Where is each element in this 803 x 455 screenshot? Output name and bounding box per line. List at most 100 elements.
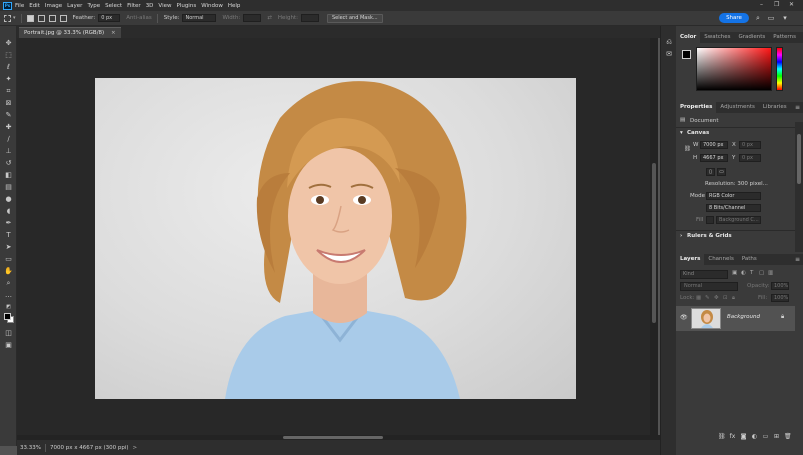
pen-tool-icon[interactable]: ✒ [3, 218, 14, 228]
tab-adjustments[interactable]: Adjustments [716, 102, 758, 113]
canvas-height-input[interactable]: 4667 px [700, 154, 728, 162]
adjustment-layer-icon[interactable]: ◐ [751, 433, 758, 440]
filter-shape-icon[interactable]: ▢ [759, 270, 764, 276]
horizontal-scroll-thumb[interactable] [283, 436, 383, 439]
foreground-color-swatch[interactable] [4, 313, 11, 320]
more-tools-icon[interactable]: … [3, 290, 14, 300]
rectangle-tool-icon[interactable]: ▭ [3, 254, 14, 264]
new-layer-icon[interactable]: ⊞ [773, 433, 780, 440]
menu-type[interactable]: Type [87, 3, 100, 9]
menu-view[interactable]: View [158, 3, 171, 9]
restore-icon[interactable]: ❐ [774, 1, 779, 8]
zoom-level[interactable]: 33.33% [20, 445, 41, 451]
panel-menu-icon[interactable]: ≡ [795, 254, 800, 265]
filter-smart-object-icon[interactable]: ▥ [768, 270, 773, 276]
landscape-orientation-icon[interactable]: ▭ [717, 168, 726, 176]
tab-properties[interactable]: Properties [676, 102, 717, 113]
fill-swatch[interactable] [706, 216, 714, 224]
color-picker-field[interactable] [696, 47, 772, 91]
settings-icon[interactable]: ▾ [781, 14, 789, 22]
link-dimensions-icon[interactable]: ⛓ [684, 146, 691, 152]
brush-tool-icon[interactable]: ∕ [3, 134, 14, 144]
comments-panel-icon[interactable]: ✉ [665, 50, 673, 58]
color-mode-select[interactable]: RGB Color [706, 192, 761, 200]
lock-position-icon[interactable]: ✥ [714, 295, 719, 301]
menu-filter[interactable]: Filter [127, 3, 141, 9]
history-brush-tool-icon[interactable]: ↺ [3, 158, 14, 168]
lock-all-icon[interactable]: 🔒︎ [732, 295, 735, 302]
tab-channels[interactable]: Channels [704, 254, 737, 265]
fill-input[interactable]: 100% [771, 294, 789, 302]
foreground-color-swatch[interactable] [682, 50, 691, 59]
chevron-down-icon[interactable]: ▾ [13, 15, 16, 21]
quick-mask-icon[interactable]: ◫ [3, 328, 14, 338]
vertical-scroll-thumb[interactable] [652, 163, 656, 323]
menu-edit[interactable]: Edit [29, 3, 40, 9]
menu-image[interactable]: Image [45, 3, 62, 9]
tab-color[interactable]: Color [676, 32, 701, 43]
eyedropper-tool-icon[interactable]: ✎ [3, 110, 14, 120]
width-input[interactable] [243, 14, 262, 22]
select-and-mask-button[interactable]: Select and Mask... [326, 13, 383, 23]
blur-tool-icon[interactable]: ● [3, 194, 14, 204]
eraser-tool-icon[interactable]: ◧ [3, 170, 14, 180]
minimize-icon[interactable]: – [760, 1, 763, 8]
tab-layers[interactable]: Layers [676, 254, 705, 265]
vertical-scrollbar[interactable] [650, 38, 658, 435]
zoom-tool-icon[interactable]: ⌕ [3, 278, 14, 288]
layer-lock-icon[interactable]: 🔒︎ [781, 313, 784, 321]
portrait-photo[interactable] [95, 78, 576, 399]
lock-transparent-icon[interactable]: ▦ [696, 295, 701, 301]
workspace-icon[interactable]: ▭ [767, 14, 775, 22]
type-tool-icon[interactable]: T [3, 230, 14, 240]
filter-adjustment-icon[interactable]: ◐ [741, 270, 746, 276]
canvas-y-input[interactable]: 0 px [739, 154, 761, 162]
intersect-selection-icon[interactable] [59, 14, 67, 22]
visibility-eye-icon[interactable]: 👁︎ [680, 314, 688, 321]
share-button[interactable]: Share [719, 13, 749, 23]
search-icon[interactable]: ⌕ [754, 14, 762, 22]
style-select[interactable]: Normal [182, 14, 217, 22]
new-group-icon[interactable]: ▭ [762, 433, 769, 440]
properties-scroll-thumb[interactable] [797, 134, 801, 184]
document-tab[interactable]: Portrait.jpg @ 33.3% (RGB/8) × [19, 27, 121, 38]
lasso-tool-icon[interactable]: ℓ [3, 62, 14, 72]
chevron-down-icon[interactable]: ▾ [680, 130, 683, 136]
hue-slider[interactable] [776, 47, 783, 91]
filter-type-icon[interactable]: T [750, 270, 753, 276]
tab-libraries[interactable]: Libraries [759, 102, 791, 113]
menu-layer[interactable]: Layer [67, 3, 82, 9]
blend-mode-select[interactable]: Normal [680, 282, 738, 291]
dodge-tool-icon[interactable]: ◖ [3, 206, 14, 216]
delete-layer-icon[interactable]: 🗑︎ [784, 433, 792, 440]
canvas-width-input[interactable]: 7000 px [700, 141, 728, 149]
link-layers-icon[interactable]: ⛓ [718, 433, 726, 440]
subtract-selection-icon[interactable] [48, 14, 56, 22]
add-mask-icon[interactable]: ◙ [740, 433, 747, 440]
chevron-right-icon[interactable]: › [680, 233, 682, 239]
crop-tool-icon[interactable]: ⌗ [3, 86, 14, 96]
move-tool-icon[interactable]: ✥ [3, 38, 14, 48]
height-input[interactable] [300, 14, 319, 22]
tab-patterns[interactable]: Patterns [769, 32, 800, 43]
path-selection-tool-icon[interactable]: ➤ [3, 242, 14, 252]
portrait-orientation-icon[interactable]: ▯ [706, 168, 715, 176]
filter-pixel-icon[interactable]: ▣ [732, 270, 737, 276]
layer-style-icon[interactable]: fx [729, 433, 736, 440]
tab-paths[interactable]: Paths [738, 254, 761, 265]
default-colors-icon[interactable]: ◩ [3, 302, 14, 312]
menu-plugins[interactable]: Plugins [176, 3, 196, 9]
menu-help[interactable]: Help [228, 3, 241, 9]
lock-artboard-icon[interactable]: ⊡ [723, 295, 728, 301]
marquee-tool-icon[interactable]: ⬚ [3, 50, 14, 60]
canvas-x-input[interactable]: 0 px [739, 141, 761, 149]
healing-brush-tool-icon[interactable]: ✚ [3, 122, 14, 132]
bit-depth-select[interactable]: 8 Bits/Channel [706, 204, 761, 212]
gradient-tool-icon[interactable]: ▤ [3, 182, 14, 192]
fill-select[interactable]: Background C... [716, 216, 761, 224]
add-selection-icon[interactable] [37, 14, 45, 22]
tab-gradients[interactable]: Gradients [734, 32, 769, 43]
new-selection-icon[interactable] [26, 14, 34, 22]
feather-input[interactable]: 0 px [98, 14, 121, 22]
lock-image-icon[interactable]: ✎ [705, 295, 710, 301]
